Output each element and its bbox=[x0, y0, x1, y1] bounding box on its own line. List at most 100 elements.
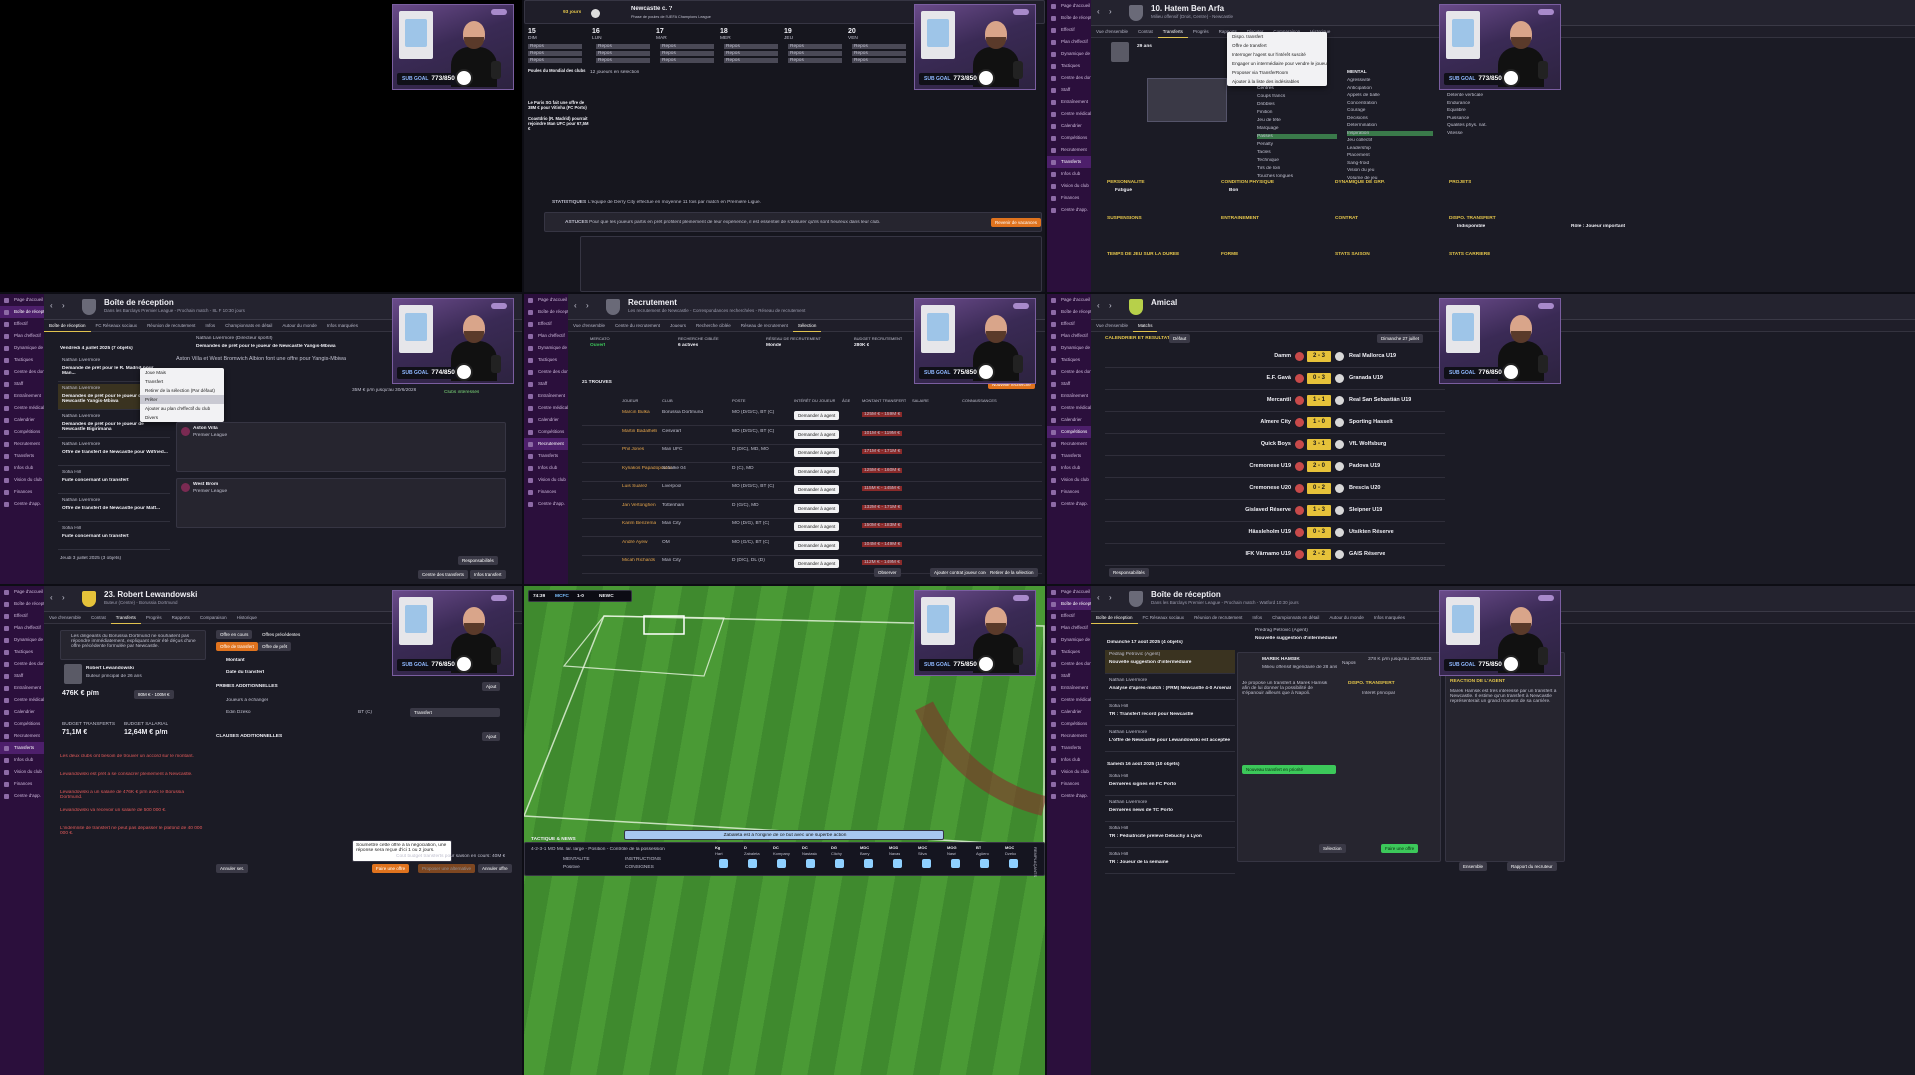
player-shirt-icon[interactable] bbox=[893, 859, 902, 868]
player-shirt-icon[interactable] bbox=[922, 859, 931, 868]
cancel-offer-button[interactable]: Annuler offre bbox=[478, 864, 512, 873]
sidebar-item[interactable]: Calendrier bbox=[1047, 706, 1091, 718]
sidebar-item[interactable]: Infos club bbox=[1047, 462, 1091, 474]
sidebar-item[interactable]: Finances bbox=[1047, 192, 1091, 204]
tab[interactable]: Transferts bbox=[110, 612, 141, 624]
swap-type-select[interactable]: Transfert bbox=[410, 708, 500, 717]
sidebar-item[interactable]: Transferts bbox=[1047, 742, 1091, 754]
tab[interactable]: Centre du recrutement bbox=[610, 320, 665, 331]
sidebar-item[interactable]: Effectif bbox=[0, 318, 44, 330]
sidebar-item[interactable]: Centre des données bbox=[0, 366, 44, 378]
sidebar-item[interactable]: Tactiques bbox=[1047, 60, 1091, 72]
scout-report-button[interactable]: Rapport du recruteur bbox=[1507, 862, 1557, 871]
transfer-offer-toggle[interactable]: Offre de transfert bbox=[216, 642, 258, 651]
column-header[interactable]: CLUB bbox=[662, 398, 673, 403]
tab[interactable]: Infos marquées bbox=[322, 320, 363, 331]
tab[interactable]: Contrat bbox=[1133, 26, 1158, 37]
sidebar-item[interactable]: Plan d'effectif bbox=[1047, 622, 1091, 634]
column-header[interactable]: SALAIRE bbox=[912, 398, 929, 403]
fixture-row[interactable]: Quick Boys 3 - 1 VfL Wolfsburg bbox=[1105, 434, 1445, 456]
sidebar-item[interactable]: Boîte de réception bbox=[524, 306, 568, 318]
sidebar-item[interactable]: Plan d'effectif bbox=[0, 622, 44, 634]
sidebar-item[interactable]: Staff bbox=[524, 378, 568, 390]
tab[interactable]: Vue d'ensemble bbox=[568, 320, 610, 331]
sidebar-item[interactable]: Finances bbox=[524, 486, 568, 498]
sidebar-item[interactable]: Tactiques bbox=[0, 646, 44, 658]
sidebar-item[interactable]: Boîte de réception bbox=[1047, 306, 1091, 318]
sidebar-item[interactable]: Finances bbox=[1047, 486, 1091, 498]
tab[interactable]: Infos marquées bbox=[1369, 612, 1410, 623]
offer-tab-previous[interactable]: Offres précédentes bbox=[258, 630, 304, 639]
sidebar-item[interactable]: Effectif bbox=[1047, 318, 1091, 330]
loan-offer-card[interactable]: Aston Villa Premier League bbox=[176, 422, 506, 472]
calendar-day[interactable]: 20 VEN Repos Repos Repos bbox=[844, 26, 906, 68]
tab[interactable]: Boîte de réception bbox=[44, 320, 91, 332]
column-header[interactable]: JOUEUR bbox=[622, 398, 638, 403]
sidebar-item[interactable]: Recrutement bbox=[1047, 144, 1091, 156]
tab[interactable]: Progrès bbox=[141, 612, 167, 623]
sidebar-item[interactable]: Entraînement bbox=[1047, 96, 1091, 108]
fixture-score[interactable]: 1 - 1 bbox=[1307, 395, 1331, 406]
calendar-day[interactable]: 17 MAR Repos Repos Repos bbox=[652, 26, 714, 68]
player-shirt-icon[interactable] bbox=[777, 859, 786, 868]
tab[interactable]: Progrès bbox=[1188, 26, 1214, 37]
fixture-score[interactable]: 0 - 2 bbox=[1307, 483, 1331, 494]
tab[interactable]: Sélection bbox=[792, 320, 822, 332]
column-header[interactable]: CONNAISSANCES bbox=[962, 398, 997, 403]
message-item[interactable]: Nathan Livermore Offre de transfert de Ne… bbox=[58, 440, 170, 466]
sidebar-item[interactable]: Centre médical bbox=[0, 694, 44, 706]
sidebar-item[interactable]: Vision du club bbox=[1047, 180, 1091, 192]
sidebar-item[interactable]: Page d'accueil bbox=[0, 586, 44, 598]
tab[interactable]: Réunion de recrutement bbox=[1189, 612, 1247, 623]
back-icon[interactable]: ‹ bbox=[50, 594, 58, 602]
sidebar-item[interactable]: Finances bbox=[0, 486, 44, 498]
forward-icon[interactable]: › bbox=[586, 302, 594, 310]
sidebar-item[interactable]: Infos club bbox=[0, 754, 44, 766]
table-row[interactable]: Luis Suárez Liverpool MO (D/G/C), BT (C) De… bbox=[582, 482, 1042, 500]
fixture-row[interactable]: Damm 2 - 3 Real Mallorca U19 bbox=[1105, 346, 1445, 368]
sidebar-item[interactable]: Finances bbox=[0, 778, 44, 790]
sidebar-item[interactable]: Infos club bbox=[1047, 168, 1091, 180]
column-header[interactable]: MONTANT TRANSFERT bbox=[862, 398, 906, 403]
sidebar-item[interactable]: Page d'accueil bbox=[1047, 586, 1091, 598]
sidebar-item[interactable]: Recrutement bbox=[524, 438, 568, 450]
sidebar-item[interactable]: Entraînement bbox=[1047, 682, 1091, 694]
sidebar-item[interactable]: Compétitions bbox=[0, 718, 44, 730]
fixture-score[interactable]: 2 - 3 bbox=[1307, 351, 1331, 362]
menu-item[interactable]: Retirer de la sélection (Par défaut) bbox=[140, 386, 224, 395]
sidebar-item[interactable]: Vision du club bbox=[0, 474, 44, 486]
sidebar-item[interactable]: Transferts bbox=[524, 450, 568, 462]
player-shirt-icon[interactable] bbox=[1009, 859, 1018, 868]
loan-offer-card[interactable]: West Brom Premier League bbox=[176, 478, 506, 528]
player-name[interactable]: Martin Badalhelli bbox=[622, 429, 657, 434]
sidebar-item[interactable]: Centre d'app. bbox=[1047, 790, 1091, 802]
sidebar-item[interactable]: Vision du club bbox=[524, 474, 568, 486]
player-name[interactable]: Luis Suárez bbox=[622, 484, 647, 489]
tab[interactable]: Contrat bbox=[86, 612, 111, 623]
responsibilities-button[interactable]: Responsabilités bbox=[1109, 568, 1149, 577]
menu-item[interactable]: Dispo. transfert bbox=[1227, 32, 1327, 41]
table-row[interactable]: Karim Benzema Man City MO (D/G), BT (C) Dem… bbox=[582, 519, 1042, 537]
table-row[interactable]: Martin Badalhelli Cesvirart MO (D/G/C), BT… bbox=[582, 427, 1042, 445]
player-name[interactable]: André Ayew bbox=[622, 540, 648, 545]
table-row[interactable]: Marcin Bulka Borussia Dortmund MO (D/G/C),… bbox=[582, 408, 1042, 426]
sidebar-item[interactable]: Plan d'effectif bbox=[0, 330, 44, 342]
tab[interactable]: Comparaison bbox=[195, 612, 232, 623]
tab[interactable]: Infos bbox=[200, 320, 220, 331]
player-shirt-icon[interactable] bbox=[806, 859, 815, 868]
sidebar-item[interactable]: Compétitions bbox=[1047, 718, 1091, 730]
responsibilities-button[interactable]: Responsabilités bbox=[458, 556, 498, 565]
sidebar-item[interactable]: Page d'accueil bbox=[524, 294, 568, 306]
sidebar-item[interactable]: Tactiques bbox=[0, 354, 44, 366]
message-item[interactable]: Nathan Livermore L'offre de Newcastle pou… bbox=[1105, 728, 1235, 752]
sidebar-item[interactable]: Compétitions bbox=[524, 426, 568, 438]
fixture-row[interactable]: Hässleholm U19 0 - 3 Utsikten Réserve bbox=[1105, 522, 1445, 544]
back-icon[interactable]: ‹ bbox=[50, 302, 58, 310]
message-item[interactable]: Nathan Livermore Dernières news de TC Por… bbox=[1105, 798, 1235, 822]
menu-item[interactable]: Transfert bbox=[140, 377, 224, 386]
message-item[interactable]: Sofia Hill TR : Transfert record pour New… bbox=[1105, 702, 1235, 726]
sidebar-item[interactable]: Compétitions bbox=[0, 426, 44, 438]
sidebar-item[interactable]: Staff bbox=[0, 670, 44, 682]
fixture-row[interactable]: E.F. Gavà 0 - 3 Granada U19 bbox=[1105, 368, 1445, 390]
sidebar-item[interactable]: Centre d'app. bbox=[0, 498, 44, 510]
